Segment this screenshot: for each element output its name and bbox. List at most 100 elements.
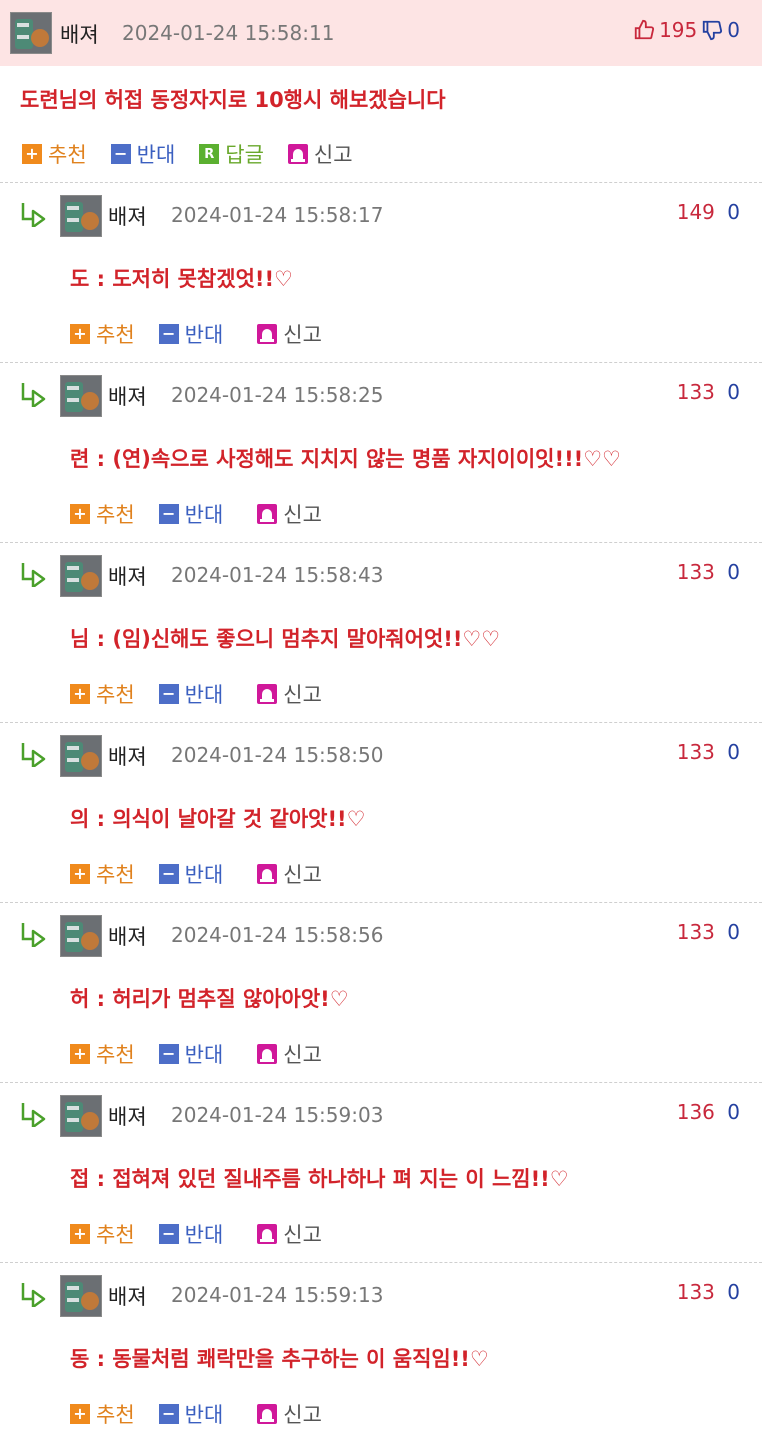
nickname[interactable]: 배져 (60, 19, 99, 49)
vote-counts: 195 0 (633, 18, 740, 42)
report-button[interactable]: 신고 (257, 319, 322, 349)
divider (0, 542, 762, 543)
oppose-button[interactable]: − 반대 (158, 679, 223, 709)
plus-icon: + (70, 1044, 90, 1064)
reply-r-icon: R (199, 144, 220, 164)
upvote-count[interactable]: 136 (677, 1100, 715, 1124)
oppose-button[interactable]: − 반대 (158, 319, 223, 349)
reply-text: 동 : 동물처럼 쾌락만을 추구하는 이 움직임!!♡ (70, 1347, 489, 1371)
downvote-count[interactable]: 0 (727, 560, 740, 584)
comment-thread: 배져 2024-01-24 15:58:11 195 0 도련님의 허접 동정자… (0, 0, 762, 1440)
recommend-button[interactable]: + 추천 (70, 1219, 135, 1249)
nickname[interactable]: 배져 (108, 1101, 147, 1131)
timestamp: 2024-01-24 15:58:43 (171, 563, 384, 587)
report-button[interactable]: 신고 (257, 499, 322, 529)
report-button[interactable]: 신고 (257, 1399, 322, 1429)
main-actions: + 추천 − 반대 R 답글 신고 (22, 139, 377, 169)
siren-icon (257, 1224, 278, 1244)
recommend-button[interactable]: + 추천 (22, 139, 87, 169)
plus-icon: + (22, 144, 42, 164)
siren-icon (257, 1044, 278, 1064)
oppose-button[interactable]: − 반대 (158, 1039, 223, 1069)
report-button[interactable]: 신고 (257, 679, 322, 709)
reply-arrow-icon (21, 203, 46, 227)
recommend-button[interactable]: + 추천 (70, 499, 135, 529)
upvote-count[interactable]: 133 (677, 1280, 715, 1304)
plus-icon: + (70, 504, 90, 524)
avatar[interactable] (60, 915, 102, 957)
recommend-button[interactable]: + 추천 (70, 679, 135, 709)
report-button[interactable]: 신고 (257, 859, 322, 889)
nickname[interactable]: 배져 (108, 1281, 147, 1311)
divider (0, 902, 762, 903)
reply-actions: + 추천 − 반대 신고 (70, 1219, 346, 1249)
downvote-count[interactable]: 0 (727, 1280, 740, 1304)
upvote-count[interactable]: 149 (677, 200, 715, 224)
avatar[interactable] (60, 375, 102, 417)
report-button[interactable]: 신고 (257, 1219, 322, 1249)
reply-arrow-icon (21, 563, 46, 587)
recommend-button[interactable]: + 추천 (70, 859, 135, 889)
avatar[interactable] (60, 1095, 102, 1137)
plus-icon: + (70, 1404, 90, 1424)
divider (0, 1082, 762, 1083)
reply-actions: + 추천 − 반대 신고 (70, 1399, 346, 1429)
timestamp: 2024-01-24 15:58:50 (171, 743, 384, 767)
plus-icon: + (70, 1224, 90, 1244)
reply-actions: + 추천 − 반대 신고 (70, 679, 346, 709)
oppose-button[interactable]: − 반대 (158, 859, 223, 889)
recommend-button[interactable]: + 추천 (70, 1399, 135, 1429)
report-button[interactable]: 신고 (287, 139, 353, 169)
siren-icon (287, 144, 308, 164)
downvote-count[interactable]: 0 (727, 740, 740, 764)
upvote-count[interactable]: 133 (677, 740, 715, 764)
divider (0, 722, 762, 723)
thumbs-down-icon[interactable] (701, 19, 723, 41)
avatar[interactable] (60, 195, 102, 237)
oppose-button[interactable]: − 반대 (158, 499, 223, 529)
reply-text: 의 : 의식이 날아갈 것 같아앗!!♡ (70, 807, 366, 831)
reply-text: 님 : (임)신해도 좋으니 멈추지 말아줘어엇!!♡♡ (70, 627, 501, 651)
nickname[interactable]: 배져 (108, 381, 147, 411)
reply-arrow-icon (21, 383, 46, 407)
reply-actions: + 추천 − 반대 신고 (70, 859, 346, 889)
reply-actions: + 추천 − 반대 신고 (70, 319, 346, 349)
timestamp: 2024-01-24 15:58:56 (171, 923, 384, 947)
minus-icon: − (158, 1044, 179, 1064)
timestamp: 2024-01-24 15:59:03 (171, 1103, 384, 1127)
timestamp: 2024-01-24 15:58:17 (171, 203, 384, 227)
downvote-count[interactable]: 0 (727, 380, 740, 404)
nickname[interactable]: 배져 (108, 741, 147, 771)
upvote-count[interactable]: 133 (677, 920, 715, 944)
downvote-count[interactable]: 0 (727, 200, 740, 224)
plus-icon: + (70, 684, 90, 704)
reply-text: 련 : (연)속으로 사정해도 지치지 않는 명품 자지이이잇!!!♡♡ (70, 447, 621, 471)
vote-counts: 133 0 (677, 920, 740, 944)
reply-actions: + 추천 − 반대 신고 (70, 1039, 346, 1069)
thumbs-up-icon[interactable] (633, 19, 655, 41)
siren-icon (257, 1404, 278, 1424)
upvote-count[interactable]: 133 (677, 380, 715, 404)
main-comment-header: 배져 2024-01-24 15:58:11 195 0 (0, 0, 762, 66)
reply-arrow-icon (21, 923, 46, 947)
divider (0, 362, 762, 363)
downvote-count[interactable]: 0 (727, 920, 740, 944)
avatar[interactable] (60, 735, 102, 777)
oppose-button[interactable]: − 반대 (110, 139, 175, 169)
avatar[interactable] (60, 555, 102, 597)
nickname[interactable]: 배져 (108, 201, 147, 231)
oppose-button[interactable]: − 반대 (158, 1399, 223, 1429)
oppose-button[interactable]: − 반대 (158, 1219, 223, 1249)
downvote-count[interactable]: 0 (727, 1100, 740, 1124)
nickname[interactable]: 배져 (108, 561, 147, 591)
minus-icon: − (158, 324, 179, 344)
report-button[interactable]: 신고 (257, 1039, 322, 1069)
reply-button[interactable]: R 답글 (199, 139, 264, 169)
avatar[interactable] (60, 1275, 102, 1317)
recommend-button[interactable]: + 추천 (70, 319, 135, 349)
recommend-button[interactable]: + 추천 (70, 1039, 135, 1069)
nickname[interactable]: 배져 (108, 921, 147, 951)
reply-text: 도 : 도저히 못참겠엇!!♡ (70, 267, 293, 291)
avatar[interactable] (10, 12, 52, 54)
upvote-count[interactable]: 133 (677, 560, 715, 584)
